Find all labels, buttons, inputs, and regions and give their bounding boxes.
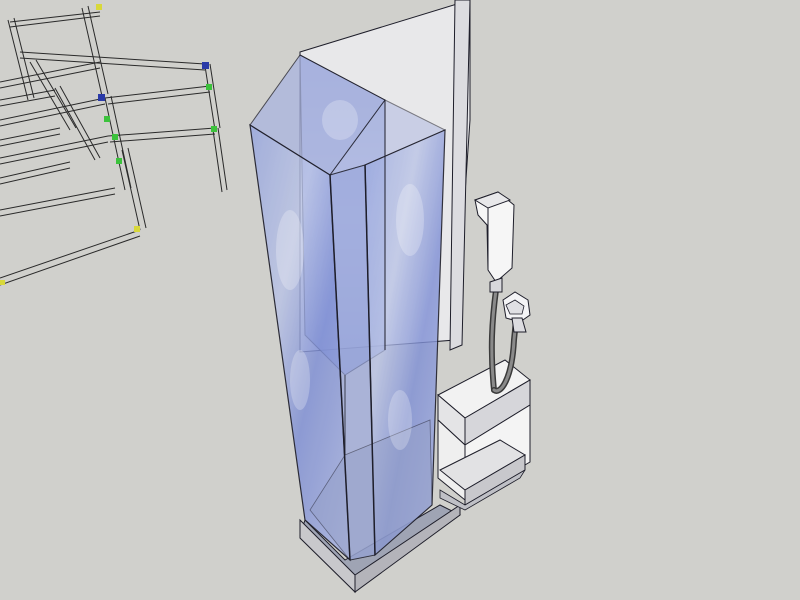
scaffold-joints [0, 4, 217, 285]
joint-green [112, 134, 118, 140]
joint-blue [202, 62, 209, 69]
shower-valve[interactable] [502, 291, 531, 333]
scaffold-frame [0, 4, 228, 286]
joint-yellow [0, 280, 5, 285]
joint-green [104, 116, 110, 122]
joint-green [211, 126, 217, 132]
joint-blue [98, 94, 105, 101]
3d-viewport[interactable] [0, 0, 800, 600]
scene-canvas[interactable] [0, 0, 800, 600]
hand-shower-head[interactable] [473, 191, 515, 293]
scaffold-rails [0, 5, 228, 286]
shower-enclosure[interactable] [249, 54, 447, 562]
joint-yellow [96, 4, 102, 10]
joint-green [206, 84, 212, 90]
joint-green [116, 158, 122, 164]
joint-yellow [134, 226, 140, 232]
vanity-cabinet[interactable] [437, 359, 531, 511]
